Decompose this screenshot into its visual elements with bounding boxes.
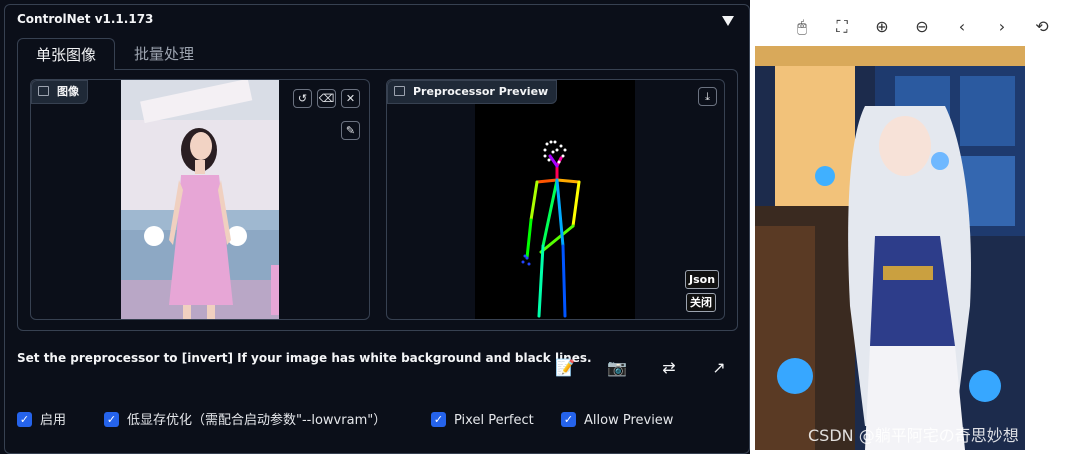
collapse-triangle-icon[interactable] (722, 16, 734, 26)
controlnet-panel: ControlNet v1.1.173 单张图像 批量处理 图像 ↺ ⌫ ✕ ✎… (0, 0, 750, 454)
new-canvas-icon[interactable]: 📝 (554, 358, 576, 378)
checkbox-lowvram[interactable]: ✓ 低显存优化（需配合启动参数"--lowvram"） (104, 412, 386, 430)
csdn-watermark: CSDN @躺平阿宅の奇思妙想 (808, 426, 1019, 445)
next-icon[interactable]: › (991, 16, 1013, 38)
input-photo-art (121, 80, 279, 319)
preprocessor-preview-box: Preprocessor Preview ⤓ Json 关闭 (386, 79, 725, 320)
fullscreen-icon[interactable]: ⛶ (831, 16, 853, 38)
input-image-box[interactable]: 图像 ↺ ⌫ ✕ ✎ (30, 79, 370, 320)
checkbox-pixel-perfect[interactable]: ✓ Pixel Perfect (431, 412, 534, 430)
image-icon (38, 86, 49, 96)
eraser-icon[interactable]: ⌫ (317, 89, 336, 108)
generated-image (755, 46, 1025, 450)
image-icon (394, 86, 405, 96)
checkbox-lowvram-label: 低显存优化（需配合启动参数"--lowvram"） (127, 413, 387, 428)
camera-icon[interactable]: 📷 (606, 358, 628, 378)
preview-label-text: Preprocessor Preview (413, 85, 549, 98)
previous-icon[interactable]: ‹ (951, 16, 973, 38)
json-button[interactable]: Json (685, 270, 720, 289)
panel-title: ControlNet v1.1.173 (17, 12, 154, 26)
swap-arrows-icon[interactable]: ⇄ (658, 358, 680, 378)
tab-batch[interactable]: 批量处理 (118, 38, 210, 70)
close-preview-button[interactable]: 关闭 (686, 293, 716, 312)
zoom-in-icon[interactable]: ⊕ (871, 16, 893, 38)
pose-skeleton-image (475, 80, 635, 319)
input-image-label-text: 图像 (57, 85, 79, 98)
rotate-icon[interactable]: ⟲ (1031, 16, 1053, 38)
undo-icon[interactable]: ↺ (293, 89, 312, 108)
brush-icon[interactable]: ✎ (341, 121, 360, 140)
download-icon[interactable]: ⤓ (698, 87, 717, 106)
zoom-out-icon[interactable]: ⊖ (911, 16, 933, 38)
checkbox-allow-preview-label: Allow Preview (584, 413, 674, 428)
generated-image-art (755, 46, 1025, 450)
input-photo (121, 80, 279, 319)
preview-label: Preprocessor Preview (387, 80, 558, 104)
check-icon: ✓ (104, 412, 119, 427)
pose-skeleton-art (521, 140, 581, 318)
tab-single-image[interactable]: 单张图像 (17, 38, 115, 70)
check-icon: ✓ (17, 412, 32, 427)
input-image-label: 图像 (31, 80, 88, 104)
checkbox-allow-preview[interactable]: ✓ Allow Preview (561, 412, 673, 430)
checkbox-pixel-perfect-label: Pixel Perfect (454, 413, 534, 428)
preprocessor-hint: Set the preprocessor to [invert] If your… (17, 351, 592, 365)
check-icon: ✓ (431, 412, 446, 427)
check-icon: ✓ (561, 412, 576, 427)
checkbox-enable-label: 启用 (40, 413, 67, 428)
mouse-icon[interactable]: 🖱 (791, 16, 813, 38)
checkbox-enable[interactable]: ✓ 启用 (17, 412, 66, 430)
send-dimensions-icon[interactable]: ↗ (708, 358, 730, 378)
close-icon[interactable]: ✕ (341, 89, 360, 108)
